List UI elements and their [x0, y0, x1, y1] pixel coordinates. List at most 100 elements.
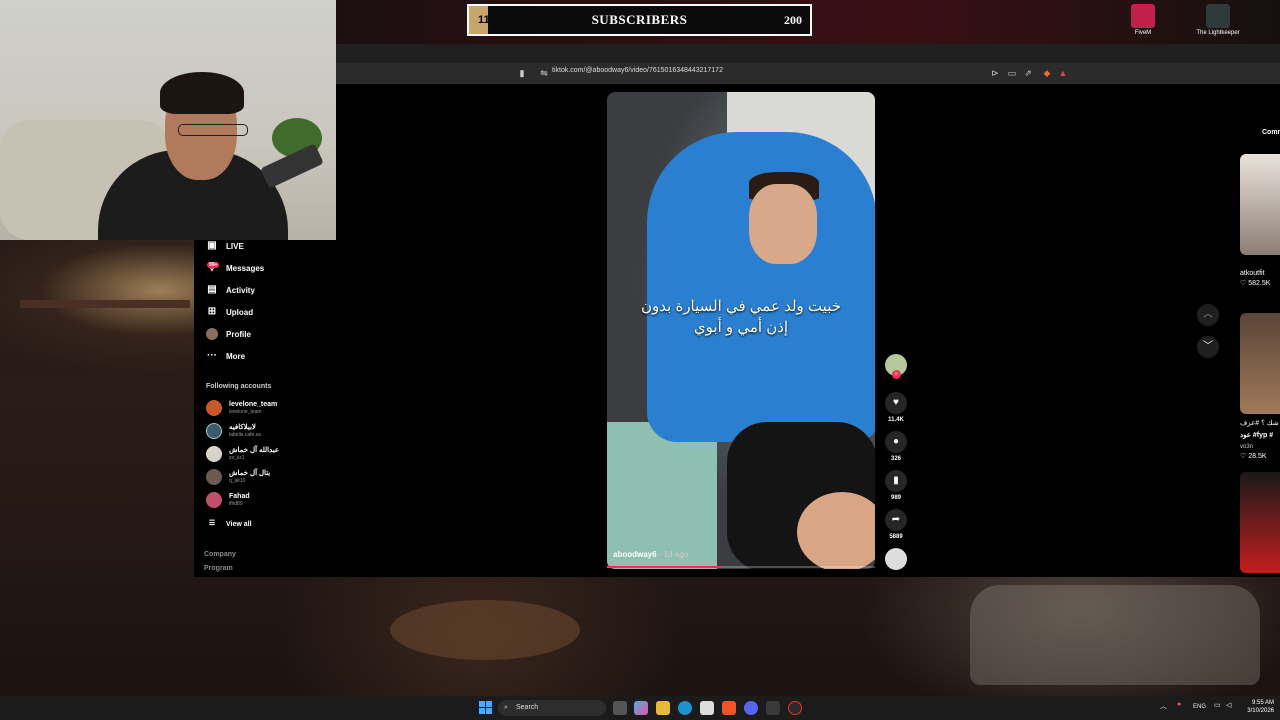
search-icon: ⌕ — [504, 704, 508, 711]
caption-line: إذن أمي و أبوي — [693, 319, 789, 336]
save-button[interactable]: ▮ 989 — [885, 470, 907, 501]
account-handle: ifhd89 — [229, 501, 243, 507]
comment-icon: ● — [885, 431, 907, 453]
share-count: 5889 — [889, 534, 903, 540]
sidebar-item-live[interactable]: ▣ LIVE — [206, 240, 244, 252]
view-all-label: View all — [226, 520, 252, 528]
creator-avatar-button[interactable]: + — [885, 354, 907, 379]
task-view-icon[interactable] — [613, 701, 627, 715]
post-time: · 1d ago — [656, 550, 689, 559]
reader-mode-icon[interactable]: ⊳ — [988, 66, 1002, 80]
copilot-icon[interactable] — [634, 701, 648, 715]
discord-icon[interactable] — [744, 701, 758, 715]
search-placeholder: Search — [516, 704, 539, 711]
video-progress-fill — [607, 566, 723, 568]
following-account[interactable]: لابيلاكافيه labella.cafe.sa — [206, 423, 261, 439]
like-count: 11.4K — [888, 417, 904, 423]
heart-icon: ♥ — [885, 392, 907, 414]
recommended-author[interactable]: atkoutfit — [1240, 269, 1265, 278]
sidebar-item-label: Upload — [226, 307, 254, 317]
following-account[interactable]: بتال آل خماش q_ak10 — [206, 469, 270, 485]
file-explorer-icon[interactable] — [656, 701, 670, 715]
account-name: لابيلاكافيه — [229, 424, 256, 431]
wallpaper-couch — [970, 585, 1260, 685]
recommended-views: ♡ 28.5K — [1240, 453, 1267, 460]
recommended-thumbnail[interactable] — [1240, 472, 1280, 573]
next-video-button[interactable]: ﹀ — [1197, 336, 1219, 358]
start-button[interactable] — [479, 701, 492, 714]
sidebar-item-label: Messages — [226, 263, 265, 273]
game-icon — [1206, 4, 1230, 28]
messages-badge: 99+ — [207, 262, 220, 268]
obs-icon[interactable] — [788, 701, 802, 715]
sidebar-item-profile[interactable]: Profile — [206, 328, 251, 340]
view-all-button[interactable]: ☰ View all — [206, 518, 252, 530]
subscriber-target: 200 — [784, 12, 802, 27]
bookmark-icon: ▮ — [885, 470, 907, 492]
footer-link-company[interactable]: Company — [204, 551, 236, 558]
url-text[interactable]: tiktok.com/@aboodway6/video/761501634844… — [552, 67, 723, 74]
brave-icon[interactable] — [722, 701, 736, 715]
subscriber-current: 11 — [478, 14, 490, 26]
comments-tab[interactable]: Comm — [1262, 128, 1280, 137]
following-account[interactable]: Fahad ifhd89 — [206, 492, 250, 508]
site-info-icon[interactable]: ⇋ — [537, 66, 551, 80]
recommended-title: شك ؟ #عزف — [1240, 420, 1279, 427]
subscriber-goal-title: SUBSCRIBERS — [591, 12, 688, 27]
edge-icon[interactable] — [678, 701, 692, 715]
account-handle: zx_sz1 — [229, 455, 245, 461]
avatar — [206, 400, 222, 416]
xbox-icon[interactable] — [766, 701, 780, 715]
video-author[interactable]: aboodway6 · 1d ago — [613, 550, 688, 559]
wallpaper-shelf — [20, 300, 190, 308]
browser-tab-strip — [336, 44, 1280, 63]
brave-rewards-icon[interactable]: ▲ — [1056, 66, 1070, 80]
account-handle: labella.cafe.sa — [229, 432, 261, 438]
following-account[interactable]: عبدالله آل خماش zx_sz1 — [206, 446, 279, 462]
network-icon[interactable]: ▭ — [1214, 701, 1221, 709]
like-button[interactable]: ♥ 11.4K — [885, 392, 907, 423]
views-count: 582.5K — [1248, 280, 1271, 287]
recommended-thumbnail[interactable] — [1240, 313, 1280, 414]
video-knee — [797, 492, 875, 569]
share-button[interactable]: ➦ 5889 — [885, 509, 907, 540]
address-bar[interactable] — [336, 63, 1280, 84]
sidebar-item-more[interactable]: ··· More — [206, 350, 245, 362]
comment-button[interactable]: ● 326 — [885, 431, 907, 462]
cast-icon[interactable]: ▭ — [1005, 66, 1019, 80]
sidebar-item-upload[interactable]: ⊞ Upload — [206, 306, 253, 318]
sidebar-item-activity[interactable]: ▤ Activity — [206, 284, 255, 296]
share-icon[interactable]: ⇗ — [1021, 66, 1035, 80]
recommended-thumbnail[interactable] — [1240, 154, 1280, 255]
sidebar-item-label: LIVE — [226, 241, 244, 251]
desktop-icon-lightkeeper[interactable]: The Lightkeeper — [1192, 4, 1244, 37]
volume-icon[interactable]: ◁ — [1226, 701, 1231, 709]
desktop-icon-label: FiveM — [1134, 30, 1152, 36]
recommended-author[interactable]: vo3n — [1240, 443, 1253, 452]
recommended-views: ♡ 582.5K — [1240, 280, 1271, 287]
footer-link-program[interactable]: Program — [204, 565, 233, 572]
microphone-icon[interactable]: ● — [1177, 701, 1181, 708]
avatar — [206, 469, 222, 485]
share-icon: ➦ — [885, 509, 907, 531]
account-name: بتال آل خماش — [229, 470, 271, 477]
bookmark-icon[interactable]: ▮ — [515, 66, 529, 80]
brave-shield-icon[interactable]: ◆ — [1040, 66, 1054, 80]
taskbar-clock[interactable]: 9:55 AM 3/10/2026 — [1238, 699, 1274, 715]
previous-video-button[interactable]: ︿ — [1197, 304, 1219, 326]
sound-button[interactable] — [885, 548, 907, 570]
taskbar-search[interactable]: ⌕ Search — [498, 700, 606, 716]
clock-date: 3/10/2026 — [1247, 708, 1274, 714]
desktop-icon-fivem[interactable]: FiveM — [1117, 4, 1169, 37]
account-name: Fahad — [229, 493, 250, 500]
account-handle: levelone_team — [229, 409, 262, 415]
store-icon[interactable] — [700, 701, 714, 715]
follow-plus-icon[interactable]: + — [891, 370, 901, 379]
video-progress-bar[interactable] — [607, 566, 875, 568]
tray-chevron-icon[interactable]: ︿ — [1160, 701, 1167, 711]
avatar — [206, 328, 218, 340]
language-indicator[interactable]: ENG — [1193, 704, 1206, 710]
clock-time: 9:55 AM — [1251, 700, 1274, 706]
windows-logo-icon — [479, 701, 485, 707]
following-account[interactable]: levelone_team levelone_team — [206, 400, 277, 416]
